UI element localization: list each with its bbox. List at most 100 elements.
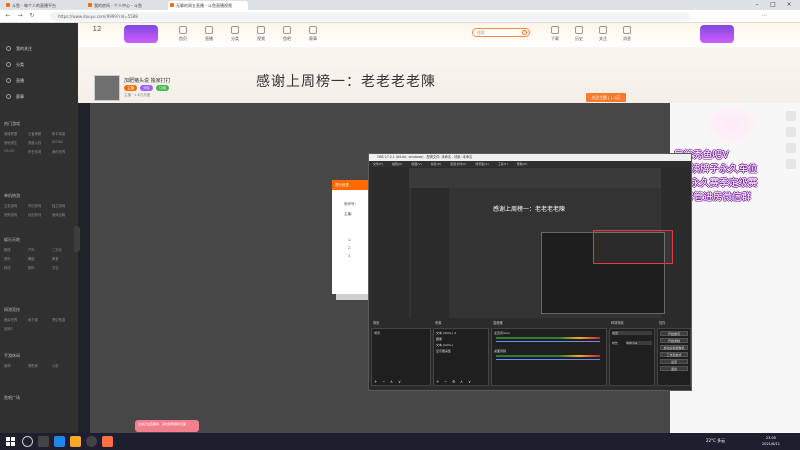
follow-count[interactable]: 12	[82, 25, 112, 45]
nav-video[interactable]: 视频	[248, 25, 274, 45]
event-banner-logo[interactable]	[700, 25, 734, 43]
windows-start-icon[interactable]	[6, 437, 15, 446]
toolbar-icon[interactable]	[786, 143, 796, 153]
remove-icon[interactable]: −	[444, 379, 447, 384]
add-icon[interactable]: +	[436, 379, 439, 384]
settings-button[interactable]: 设置	[660, 359, 688, 364]
gear-icon[interactable]: ⚙	[452, 379, 456, 384]
sidebar-collapse-handle[interactable]	[74, 226, 80, 252]
obs-menu-item[interactable]: 工具(T)	[498, 162, 508, 166]
sidebar-link[interactable]: 使命召唤	[52, 212, 74, 217]
nav-home[interactable]: 首页	[170, 25, 196, 45]
sidebar-link[interactable]: 怀旧游戏	[28, 203, 50, 208]
sidebar-link[interactable]: 和平精英	[52, 131, 74, 136]
edge-browser-icon[interactable]	[54, 436, 65, 447]
extensions-icon[interactable]: ⋯	[760, 12, 768, 20]
sidebar-link[interactable]: 舞蹈	[28, 256, 50, 261]
toolbar-icon[interactable]	[786, 111, 796, 121]
maximize-icon[interactable]: □	[766, 0, 780, 10]
avatar[interactable]	[94, 75, 120, 101]
follow-button[interactable]: 关注主播 | 1.3万	[586, 93, 626, 102]
source-item[interactable]: 显示器采集	[436, 349, 451, 353]
sidebar-section-title[interactable]: 鱼吧广场	[4, 395, 20, 401]
source-item[interactable]: 文本 (GDI+)	[436, 343, 453, 347]
nav-events[interactable]: 赛事	[300, 25, 326, 45]
sidebar-link[interactable]: 音乐	[4, 256, 26, 261]
sidebar-link[interactable]: 英雄联盟	[4, 131, 26, 136]
room-tag[interactable]: 订阅	[156, 85, 169, 91]
exit-button[interactable]: 退出	[660, 366, 688, 371]
sidebar-item-category[interactable]: 分类	[0, 59, 78, 71]
browser-tab-active[interactable]: 无聊的周五直播 - 斗鱼直播视频	[168, 1, 248, 10]
up-icon[interactable]: ∧	[390, 379, 393, 384]
sidebar-link[interactable]: 绝地求生	[4, 140, 26, 145]
toolbar-icon[interactable]	[786, 127, 796, 137]
obs-menu-item[interactable]: 编辑(E)	[392, 162, 402, 166]
obs-menu-item[interactable]: 视图(V)	[411, 162, 421, 166]
sidebar-link[interactable]: 二次元	[52, 247, 74, 252]
obs-menu-item[interactable]: 配置文件(P)	[450, 162, 466, 166]
down-icon[interactable]: ∨	[468, 379, 471, 384]
add-icon[interactable]: +	[374, 379, 377, 384]
sidebar-link[interactable]: 炉石传说	[28, 149, 50, 154]
start-recording-button[interactable]: 开始录制	[660, 338, 688, 343]
sidebar-link[interactable]: 魔兽世界	[4, 317, 26, 322]
obs-menu-item[interactable]: 场景集(S)	[475, 162, 488, 166]
close-icon[interactable]: ×	[782, 0, 796, 10]
url-input[interactable]: https://www.douyu.com/9999?rid=5588	[50, 12, 690, 21]
source-item[interactable]: 文本 (GDI+) 2	[436, 331, 456, 335]
bottom-notice[interactable]: 主播正在直播中，请勿频繁刷新页面	[135, 420, 199, 432]
sidebar-link[interactable]: 恐怖游戏	[4, 212, 26, 217]
sidebar-link[interactable]: 主机游戏	[4, 203, 26, 208]
sidebar-link[interactable]: 阴阳师	[28, 363, 50, 368]
nav-download[interactable]: 下载	[542, 25, 568, 45]
nav-follow[interactable]: 关注	[590, 25, 616, 45]
sidebar-link[interactable]: 王者荣耀	[28, 131, 50, 136]
sidebar-link[interactable]: 独立游戏	[52, 203, 74, 208]
sidebar-item-events[interactable]: 赛事	[0, 91, 78, 103]
reload-icon[interactable]: ↻	[28, 12, 36, 20]
sidebar-link[interactable]: 剑网3	[4, 326, 26, 331]
search-icon[interactable]	[22, 436, 33, 447]
app-icon[interactable]	[102, 436, 113, 447]
source-selection-box[interactable]	[593, 230, 673, 264]
remove-icon[interactable]: −	[382, 379, 385, 384]
transition-select[interactable]: 淡出	[612, 331, 652, 335]
browser-tab[interactable]: 斗鱼 - 每个人的直播平台	[4, 1, 84, 10]
back-icon[interactable]: ←	[4, 12, 12, 20]
sidebar-item-follow[interactable]: 我的关注	[0, 43, 78, 55]
volume-slider[interactable]	[496, 341, 600, 342]
obs-menu-item[interactable]: 文件(F)	[373, 162, 383, 166]
duration-input[interactable]: 300 ms	[626, 341, 652, 345]
studio-mode-button[interactable]: 工作室模式	[660, 352, 688, 357]
virtual-camera-button[interactable]: 启动虚拟摄像机	[660, 345, 688, 350]
search-icon[interactable]	[522, 30, 527, 35]
scene-item[interactable]: 场景	[374, 331, 380, 335]
sidebar-link[interactable]: 火影	[52, 363, 74, 368]
nav-history[interactable]: 历史	[566, 25, 592, 45]
source-item[interactable]: 图像	[436, 337, 442, 341]
sidebar-link[interactable]: DOTA2	[52, 140, 74, 145]
douyu-logo[interactable]	[124, 25, 158, 43]
volume-slider[interactable]	[496, 359, 600, 360]
down-icon[interactable]: ∨	[398, 379, 401, 384]
forward-icon[interactable]: →	[16, 12, 24, 20]
sidebar-link[interactable]: 美食	[52, 256, 74, 261]
nav-live[interactable]: 直播	[196, 25, 222, 45]
obs-preview[interactable]: 感谢上周榜一：老老老老陳	[409, 168, 673, 318]
obs-menu-item[interactable]: 停靠(D)	[431, 162, 442, 166]
up-icon[interactable]: ∧	[460, 379, 463, 384]
sidebar-link[interactable]: CS:GO	[4, 149, 26, 154]
sidebar-link[interactable]: 梦幻西游	[52, 317, 74, 322]
sidebar-link[interactable]: 仙剑系列	[28, 212, 50, 217]
sidebar-link[interactable]: 穿越火线	[28, 140, 50, 145]
sidebar-link[interactable]: 颜值	[4, 247, 26, 252]
toolbar-icon[interactable]	[786, 159, 796, 169]
sidebar-link[interactable]: 文化	[52, 265, 74, 270]
sidebar-link[interactable]: 我的世界	[52, 149, 74, 154]
nav-category[interactable]: 分类	[222, 25, 248, 45]
browser-tab[interactable]: 我的房间 - 个人中心 - 斗鱼	[86, 1, 166, 10]
sidebar-link[interactable]: 地下城	[28, 317, 50, 322]
weather-tray[interactable]: 22°C 多云	[706, 438, 725, 444]
nav-yuba[interactable]: 鱼吧	[274, 25, 300, 45]
